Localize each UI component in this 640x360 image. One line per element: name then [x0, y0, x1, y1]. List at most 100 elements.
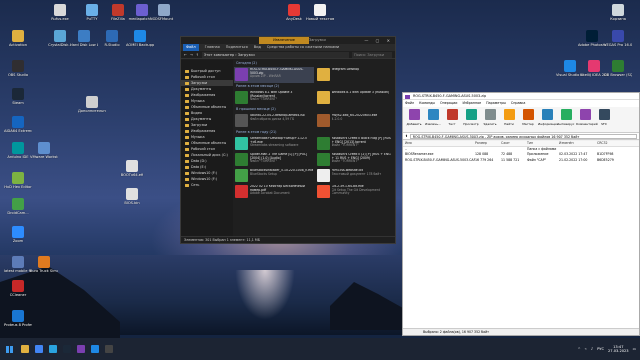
column-header[interactable]: Имя	[405, 141, 475, 146]
winrar-path[interactable]: ROG-STRIX-B450-F-GAMING-ASUS-5003.zip - …	[409, 133, 637, 139]
file-tile[interactable]: Windows 8.1 with Update 3 (Russian)torre…	[234, 90, 314, 106]
toolbar-button[interactable]: Удалить	[481, 109, 499, 130]
volume-icon[interactable]: ♪	[591, 347, 593, 351]
table-row[interactable]: ROG-STRIX-B450-F-GAMING-ASUS-5003.CAP 16 …	[403, 158, 639, 164]
desktop-icon[interactable]: OSFMount	[150, 4, 178, 21]
ribbon-tab[interactable]: Файл	[183, 44, 199, 51]
taskbar-app-explorer[interactable]	[18, 338, 32, 360]
up-folder-icon[interactable]: ⬆	[405, 134, 408, 138]
file-tile[interactable]: Telegram Desktop	[316, 67, 396, 83]
desktop-icon[interactable]: PuTTY	[78, 4, 106, 21]
desktop-icon[interactable]: Rufus.exe	[46, 4, 74, 21]
desktop-icon[interactable]: Дополнительно устройства	[78, 96, 106, 113]
menu-item[interactable]: Команды	[419, 100, 435, 107]
desktop-icon[interactable]: Activation	[4, 30, 32, 47]
desktop-icon[interactable]: CCleaner	[4, 280, 32, 297]
menu-item[interactable]: Операции	[440, 100, 457, 107]
up-arrow-icon[interactable]: ↑	[196, 53, 199, 57]
tab-extract[interactable]: Извлечение	[259, 37, 309, 44]
toolbar-button[interactable]: Найти	[500, 109, 518, 130]
column-header[interactable]: Размер	[475, 141, 501, 146]
desktop-icon[interactable]: Adobe Photoshop...	[578, 30, 606, 47]
tab-downloads[interactable]: Загрузки	[309, 37, 329, 44]
file-tile[interactable]: html-css-website.txt Текстовый документ 1…	[316, 168, 396, 184]
desktop-icon[interactable]: latest mobile firmware...	[4, 256, 32, 273]
desktop-icon[interactable]: Корзина	[604, 4, 632, 21]
group-header[interactable]: В прошлом месяце (2)	[234, 106, 395, 113]
toolbar-button[interactable]: Просмотр	[462, 109, 480, 130]
taskbar-app-winrar[interactable]	[74, 338, 88, 360]
desktop-icon[interactable]: Steam	[4, 88, 32, 105]
file-tile[interactable]: Streamlabs+Desktop+Setup+1.12.5 +c6.exe S…	[234, 136, 314, 152]
desktop-icon[interactable]: DroidCam...	[4, 198, 32, 215]
desktop-icon[interactable]: Arduino IDE	[4, 142, 32, 159]
taskbar-app-browser[interactable]	[32, 338, 46, 360]
file-tile[interactable]: Git-2.39.1-64-bit.exe Git Setup The Git D…	[316, 184, 396, 200]
desktop-icon[interactable]: AOMEI Backupper	[126, 30, 154, 47]
notifications-icon[interactable]: ▭	[633, 347, 636, 351]
taskbar-app-steam[interactable]	[60, 338, 74, 360]
taskbar-app-obs[interactable]	[102, 338, 116, 360]
desktop-icon[interactable]: VEGAS Pro 16.0	[604, 30, 632, 47]
winrar-window[interactable]: ROG-STRIX-B450-F-GAMING-ASUS-5003.zip Фа…	[402, 92, 640, 336]
desktop-icon[interactable]: BIOS.bin	[118, 188, 146, 205]
desktop-icon[interactable]: R-Studio	[98, 30, 126, 47]
desktop-icon[interactable]: Hard Disk Low Level...	[70, 30, 98, 47]
clock[interactable]: 13:47 27.03.2023	[608, 345, 629, 354]
column-header[interactable]: CRC32	[597, 141, 627, 146]
file-tile[interactable]: 2022 02 10 Кейстар Бесконечный номер.pdf…	[234, 184, 314, 200]
start-button[interactable]	[0, 338, 18, 360]
ribbon-tab[interactable]: Главная	[205, 44, 220, 51]
address-path[interactable]: Этот компьютер › Загрузки	[201, 51, 349, 58]
menu-item[interactable]: Справка	[511, 100, 526, 107]
forward-arrow-icon[interactable]: →	[190, 53, 193, 57]
desktop-icon[interactable]: Zoom	[4, 226, 32, 243]
chevron-up-icon[interactable]: ^	[578, 347, 581, 351]
network-icon[interactable]: ⌁	[585, 347, 587, 351]
search-input[interactable]: Поиск: Загрузки	[352, 51, 392, 58]
desktop-icon[interactable]: AnyDesk	[280, 4, 308, 21]
ribbon-tab[interactable]: Поделиться	[226, 44, 248, 51]
file-tile[interactable]: Assassin's Creed II (2) [P] [RUS + ENG +…	[316, 152, 396, 168]
column-header[interactable]: Сжат	[501, 141, 527, 146]
language-indicator[interactable]: РУС	[597, 347, 604, 351]
toolbar-button[interactable]: Тест	[443, 109, 461, 130]
taskbar-app-telegram[interactable]	[46, 338, 60, 360]
toolbar-button[interactable]: Добавить	[405, 109, 423, 130]
file-tile[interactable]: ROG-STRIX-B450-F-GAMING-ASUS-5003.zip Арх…	[234, 67, 314, 83]
file-tile[interactable]: Assassin's Creed II Black Flag [P] [RUS …	[316, 136, 396, 152]
menu-item[interactable]: Параметры	[486, 100, 506, 107]
group-header[interactable]: Сегодня (2)	[234, 60, 395, 67]
toolbar-button[interactable]: Мастер	[519, 109, 537, 130]
ribbon-tab[interactable]: Средства работы со сжатыми папками	[267, 44, 339, 51]
desktop-icon[interactable]: BOOTx64.efi	[118, 160, 146, 177]
group-header[interactable]: Ранее в этом месяце (2)	[234, 83, 395, 90]
column-header[interactable]: Тип	[527, 141, 559, 146]
toolbar-button[interactable]: Информация	[538, 109, 558, 130]
taskbar-app-vscode[interactable]	[88, 338, 102, 360]
window-controls[interactable]: — ▢ ✕	[364, 38, 393, 43]
file-tile[interactable]: Spider-Man 2 The Game [L] [P] [POL] [200…	[234, 152, 314, 168]
file-explorer-window[interactable]: Извлечение Загрузки — ▢ ✕ Файл Главная Под…	[180, 36, 396, 244]
toolbar-button[interactable]: Извлечь...	[424, 109, 442, 130]
toolbar-button[interactable]: Комментарий	[576, 109, 598, 130]
file-tile[interactable]: Windows 8.1 with Update 3 (Russian)	[316, 90, 396, 106]
toolbar-button[interactable]: Антивирус	[557, 109, 575, 130]
menu-item[interactable]: Файл	[405, 100, 414, 107]
desktop-icon[interactable]: OBS Studio	[4, 60, 32, 77]
desktop-icon[interactable]: Новый текстовый документ	[306, 4, 334, 21]
desktop-icon[interactable]: HxD Hex Editor	[4, 172, 32, 189]
desktop-icon[interactable]: AIDA64 Extreme	[4, 116, 32, 133]
desktop-icon[interactable]: VMware Workstati...	[30, 142, 58, 159]
toolbar-button[interactable]: SFX	[595, 109, 613, 130]
file-tile[interactable]: BlueStacksInstaller_5.10.220.1008_n.exe B…	[234, 168, 314, 184]
ribbon-tab[interactable]: Вид	[254, 44, 261, 51]
file-tile[interactable]: ubuntu-22.04.2-desktop-amd64.iso Файл обр…	[234, 113, 314, 129]
desktop-icon[interactable]: Euro Truck Simulator 2	[30, 256, 58, 273]
group-header[interactable]: Ранее в этом году (21)	[234, 129, 395, 136]
explorer-titlebar[interactable]: Извлечение Загрузки — ▢ ✕	[181, 37, 395, 44]
desktop-icon[interactable]: Proteus 8 Professional	[4, 310, 32, 327]
desktop-icon[interactable]: DB Browser (SQLite)	[604, 60, 632, 77]
back-arrow-icon[interactable]: ←	[184, 53, 187, 57]
file-tile[interactable]: msys2-x86_64-20220603.exe 4.2.0.0	[316, 113, 396, 129]
